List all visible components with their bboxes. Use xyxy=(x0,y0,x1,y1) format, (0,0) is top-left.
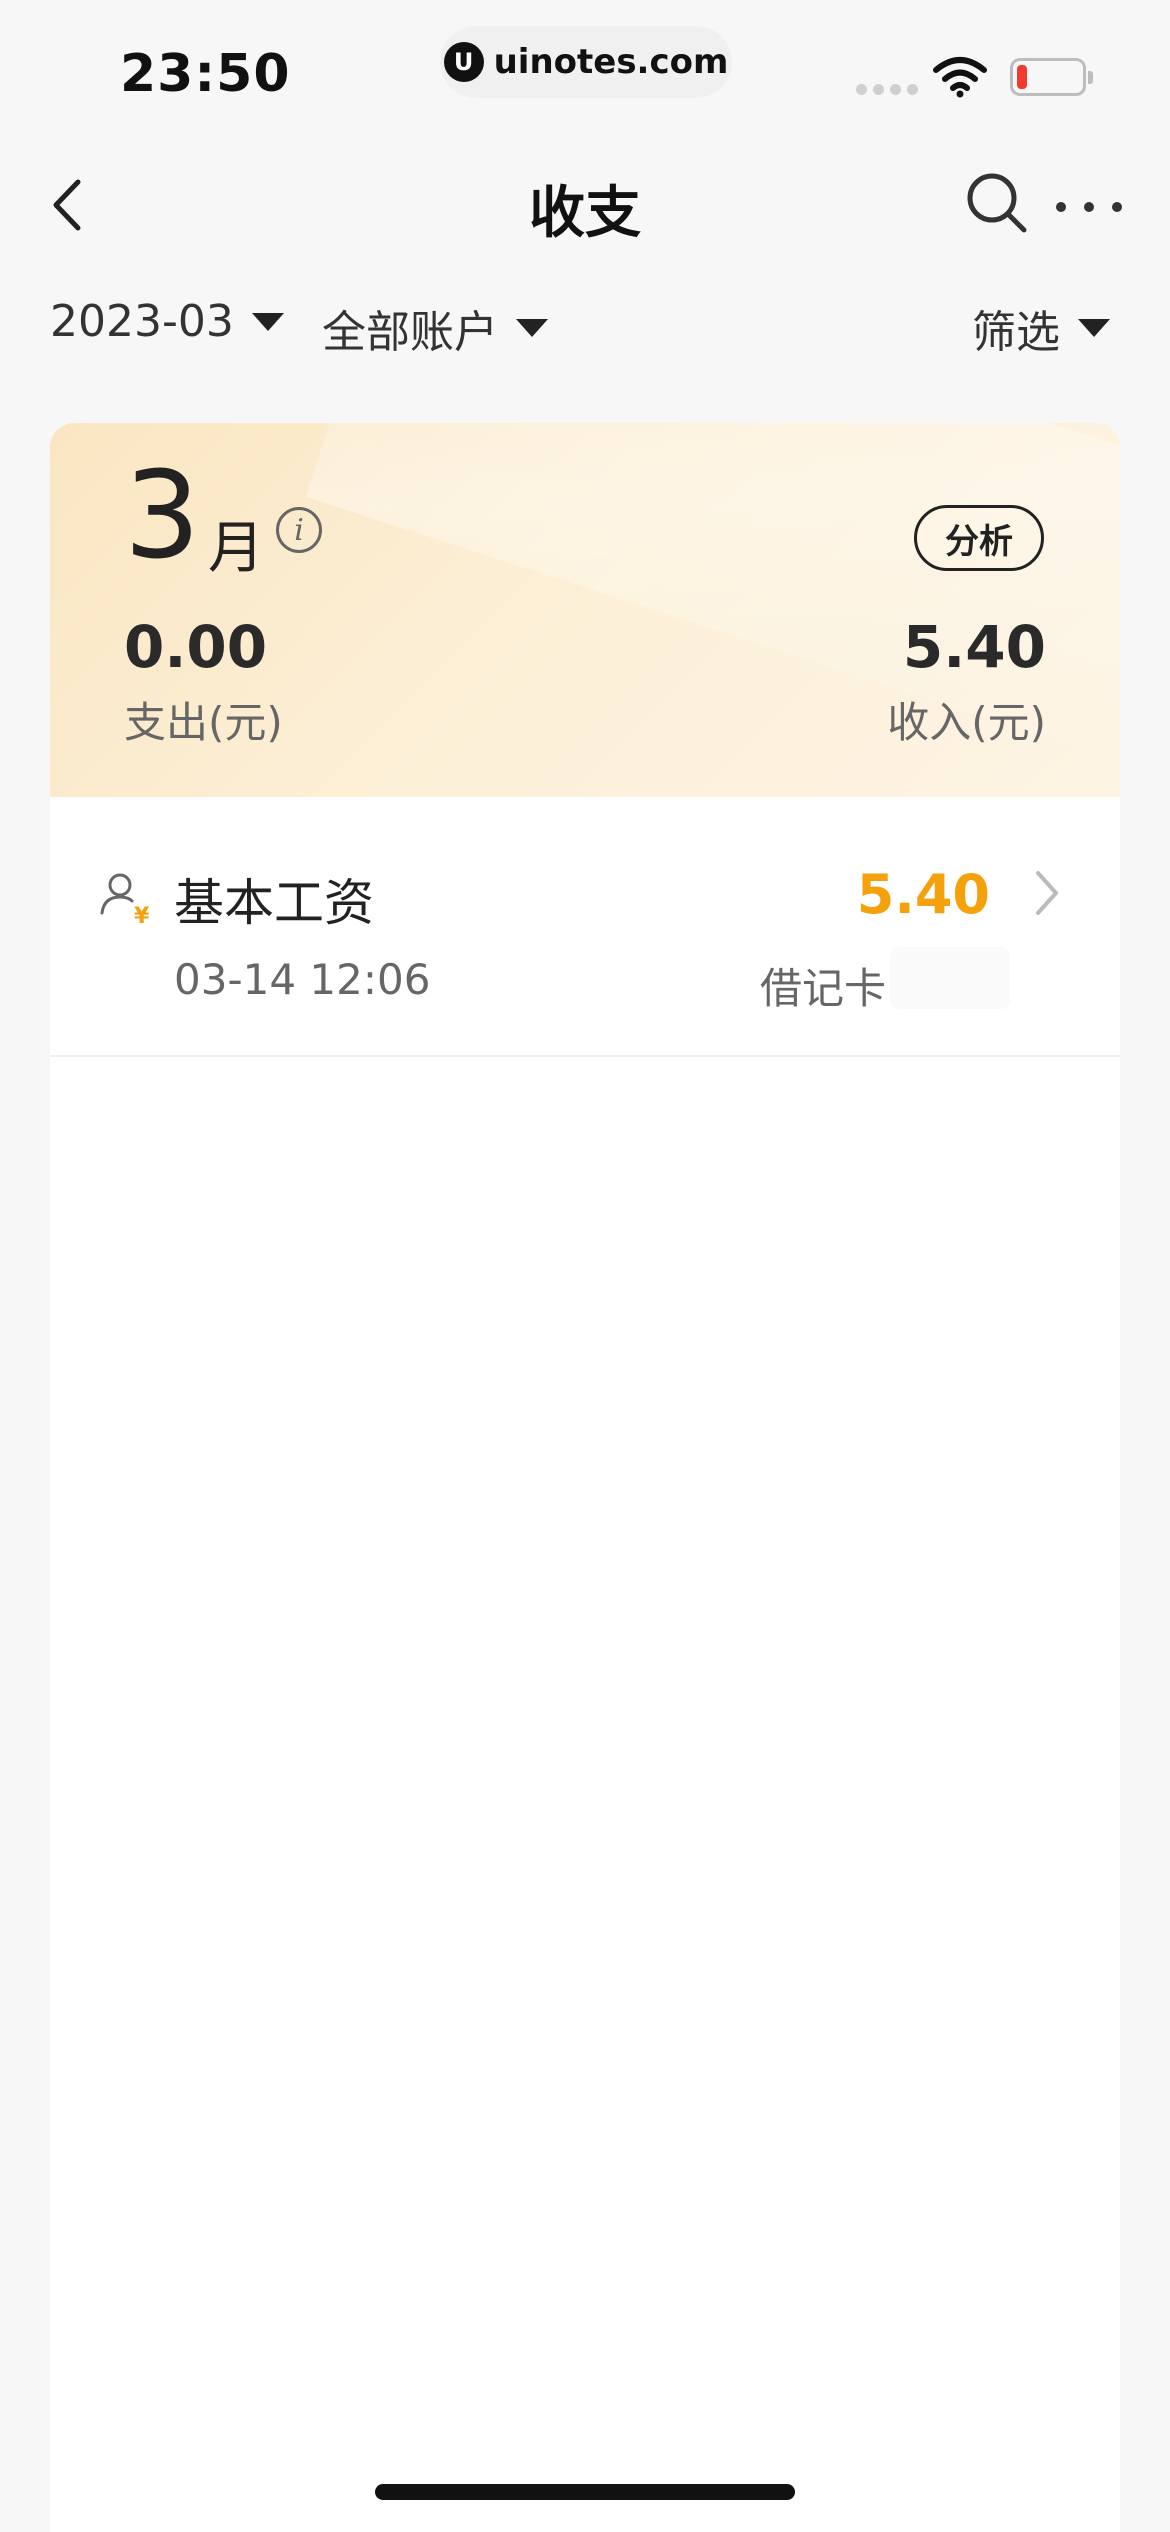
income-amount: 5.40 xyxy=(902,613,1046,681)
masked-card-number xyxy=(890,947,1010,1009)
status-time: 23:50 xyxy=(120,44,291,104)
month-filter-label: 2023-03 xyxy=(50,296,234,347)
chevron-right-icon xyxy=(1036,871,1058,915)
screening-filter-label: 筛选 xyxy=(972,307,1060,358)
transaction-name: 基本工资 xyxy=(174,874,374,932)
filter-bar: 2023-03 全部账户 筛选 xyxy=(0,296,1170,376)
income-label: 收入(元) xyxy=(887,698,1046,747)
url-text: uinotes.com xyxy=(493,42,729,82)
statement-card: 3 月 i 分析 0.00 支出(元) 5.40 收入(元) ¥ 基本工资 5.… xyxy=(50,423,1120,2532)
month-unit: 月 xyxy=(208,516,264,581)
wifi-icon xyxy=(933,57,987,98)
month-summary: 3 月 i 分析 0.00 支出(元) 5.40 收入(元) xyxy=(50,423,1120,797)
battery-level xyxy=(1017,65,1027,89)
status-bar: 23:50 U uinotes.com xyxy=(0,0,1170,140)
battery-icon xyxy=(1010,58,1093,96)
page: 23:50 U uinotes.com 收支 2023-03 全部账户 筛选 3… xyxy=(0,0,1170,2532)
transaction-amount: 5.40 xyxy=(856,863,990,926)
transaction-account: 借记卡 xyxy=(759,964,886,1013)
expense-amount: 0.00 xyxy=(124,613,268,681)
salary-person-icon: ¥ xyxy=(100,873,150,927)
cellular-signal-icon xyxy=(856,84,918,95)
dropdown-triangle-icon xyxy=(1078,319,1110,337)
account-filter-label: 全部账户 xyxy=(322,307,498,358)
transaction-time: 03-14 12:06 xyxy=(174,955,431,1004)
account-filter[interactable]: 全部账户 xyxy=(322,296,548,360)
month-filter[interactable]: 2023-03 xyxy=(50,296,284,347)
search-icon[interactable] xyxy=(964,170,1030,236)
info-icon[interactable]: i xyxy=(276,507,322,553)
month-number: 3 xyxy=(124,447,201,586)
expense-label: 支出(元) xyxy=(124,698,283,747)
nav-bar: 收支 xyxy=(0,150,1170,260)
more-dots-icon[interactable] xyxy=(1056,202,1122,212)
dropdown-triangle-icon xyxy=(516,319,548,337)
transaction-row[interactable]: ¥ 基本工资 5.40 03-14 12:06 借记卡 xyxy=(50,797,1120,1057)
url-pill[interactable]: U uinotes.com xyxy=(440,26,732,98)
site-logo-icon: U xyxy=(443,42,484,82)
screening-filter[interactable]: 筛选 xyxy=(972,296,1110,360)
analysis-button[interactable]: 分析 xyxy=(914,505,1044,571)
dropdown-triangle-icon xyxy=(251,312,284,331)
home-indicator[interactable] xyxy=(375,2484,795,2500)
svg-text:¥: ¥ xyxy=(134,904,150,927)
